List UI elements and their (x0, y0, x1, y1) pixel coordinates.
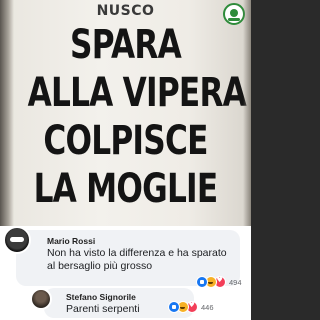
comment-text: Non ha visto la differenza e ha sparato … (47, 247, 227, 272)
newspaper-poster: NUSCO SPARA ALLA VIPERA COLPISCE LA MOGL… (0, 0, 251, 231)
headline-line-1: SPARA (70, 22, 182, 68)
poster-header: NUSCO (96, 3, 155, 19)
reaction-count: 446 (201, 302, 214, 312)
like-icon (168, 301, 180, 313)
circular-green-badge-icon (223, 3, 245, 25)
reactions-summary[interactable]: 446 (168, 300, 214, 314)
reactions-summary[interactable]: 494 (196, 275, 242, 289)
comment-author[interactable]: Mario Rossi (47, 236, 95, 246)
headline-line-2: ALLA VIPERA (27, 70, 247, 116)
comment-bubble: Mario Rossi Non ha visto la differenza e… (16, 230, 242, 289)
reaction-count: 494 (229, 277, 242, 287)
reply-text: Parenti serpenti (66, 303, 140, 315)
headline-line-4: LA MOGLIE (33, 166, 219, 212)
screenshot-root: NUSCO SPARA ALLA VIPERA COLPISCE LA MOGL… (0, 0, 251, 320)
avatar[interactable] (30, 288, 52, 310)
like-icon (196, 276, 208, 288)
avatar[interactable] (3, 226, 31, 254)
comments-panel: Mario Rossi Non ha visto la differenza e… (0, 226, 251, 320)
headline-line-3: COLPISCE (43, 118, 208, 164)
reply-author[interactable]: Stefano Signorile (66, 292, 136, 302)
